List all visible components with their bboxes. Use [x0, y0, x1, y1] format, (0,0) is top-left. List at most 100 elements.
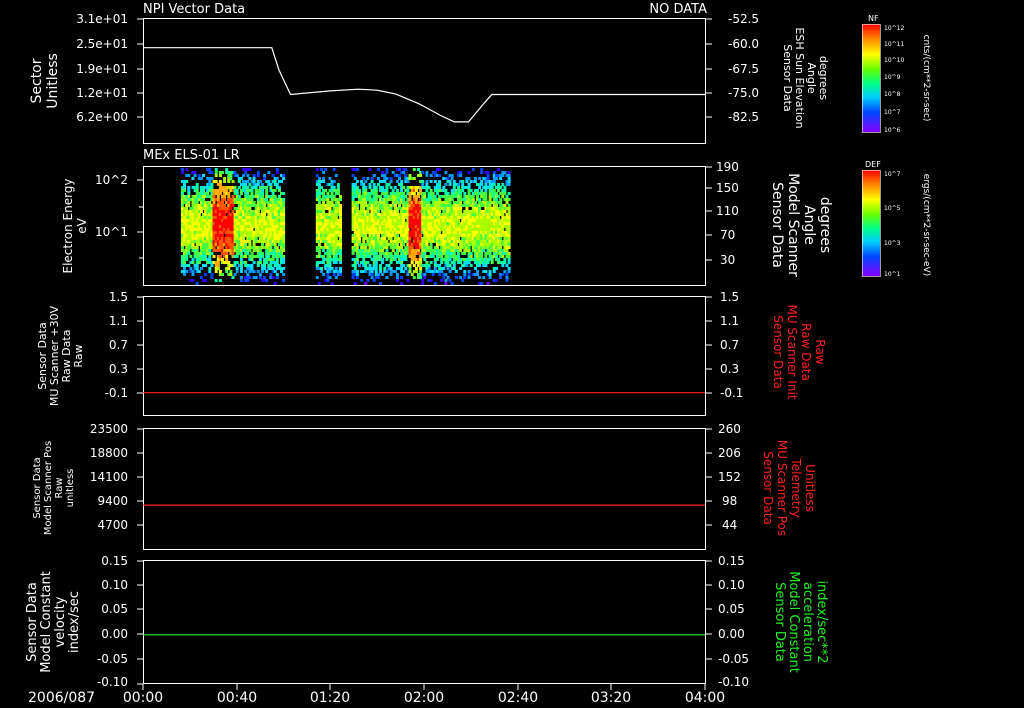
- spectrogram-cell: [364, 264, 368, 267]
- spectrogram-cell: [465, 264, 469, 267]
- spectrogram-cell: [355, 273, 359, 276]
- spectrogram-cell: [339, 225, 342, 228]
- spectrogram-cell: [322, 249, 326, 252]
- p2-right-tick-4: 30: [720, 253, 735, 267]
- p4-right-label-1: MU Scanner Pos: [775, 440, 789, 536]
- spectrogram-cell: [421, 183, 425, 186]
- spectrogram-cell: [478, 264, 482, 267]
- spectrogram-cell: [326, 192, 330, 195]
- spectrogram-cell: [374, 192, 378, 195]
- spectrogram-cell: [183, 261, 186, 264]
- spectrogram-cell: [499, 237, 503, 240]
- spectrogram-cell: [417, 249, 420, 252]
- spectrogram-cell: [507, 198, 511, 201]
- spectrogram-cell: [231, 276, 235, 279]
- p5-left-tick-3: 0.00: [101, 627, 128, 641]
- p3-left-tick-1: 1.1: [109, 314, 128, 328]
- spectrogram-cell: [282, 210, 286, 213]
- spectrogram-cell: [197, 213, 201, 216]
- spectrogram-cell: [484, 270, 488, 273]
- spectrogram-cell: [478, 198, 482, 201]
- spectrogram-cell: [492, 270, 496, 273]
- spectrogram-cell: [381, 261, 385, 264]
- spectrogram-cell: [273, 195, 277, 198]
- spectrogram-cell: [419, 234, 423, 237]
- spectrogram-cell: [218, 192, 222, 195]
- p1-left-tick-2: 1.9e+01: [76, 62, 128, 76]
- p5-left-label-1: Model Constant: [39, 571, 54, 673]
- spectrogram-cell: [435, 258, 439, 261]
- spectrogram-cell: [425, 243, 429, 246]
- spectrogram-cell: [330, 267, 334, 270]
- spectrogram-cell: [400, 246, 404, 249]
- spectrogram-cell: [214, 174, 218, 177]
- spectrogram-cell: [336, 186, 340, 189]
- spectrogram-cell: [471, 195, 475, 198]
- spectrogram-cell: [410, 246, 414, 249]
- spectrogram-cell: [324, 168, 328, 171]
- spectrogram-cell: [317, 243, 321, 246]
- spectrogram-cell: [507, 261, 511, 264]
- spectrogram-cell: [364, 201, 368, 204]
- spectrogram-cell: [484, 183, 488, 186]
- spectrogram-cell: [282, 234, 286, 237]
- spectrogram-cell: [282, 225, 286, 228]
- spectrogram-cell: [246, 180, 250, 183]
- spectrogram-cell: [503, 171, 507, 174]
- spectrogram-cell: [360, 180, 364, 183]
- spectrogram-cell: [391, 171, 395, 174]
- spectrogram-cell: [425, 261, 429, 264]
- spectrogram-cell: [467, 249, 471, 252]
- spectrogram-cell: [258, 258, 262, 261]
- spectrogram-cell: [256, 183, 260, 186]
- spectrogram-cell: [229, 207, 233, 210]
- spectrogram-cell: [355, 168, 359, 171]
- spectrogram-cell: [370, 270, 374, 273]
- nf-colorbar-tick-0: 10^11: [884, 41, 904, 48]
- spectrogram-cell: [389, 273, 393, 276]
- spectrogram-cell: [231, 195, 235, 198]
- nf-colorbar-tick-3: 10^8: [884, 91, 901, 98]
- spectrogram-cell: [273, 282, 277, 285]
- spectrogram-cell: [339, 237, 342, 240]
- spectrogram-cell: [208, 255, 212, 258]
- spectrogram-cell: [271, 174, 275, 177]
- spectrogram-cell: [267, 180, 271, 183]
- spectrogram-cell: [497, 195, 501, 198]
- spectrogram-cell: [385, 171, 389, 174]
- spectrogram-cell: [473, 201, 477, 204]
- spectrogram-cell: [423, 276, 427, 279]
- spectrogram-cell: [476, 273, 479, 276]
- spectrogram-cell: [239, 258, 243, 261]
- def-colorbar-units: ergs/(cm**2-sr-sec-eV): [921, 174, 931, 276]
- spectrogram-cell: [438, 198, 442, 201]
- p2-right-tick-3: 70: [720, 228, 735, 242]
- spectrogram-cell: [400, 276, 404, 279]
- p4-right-label-3: Unitless: [803, 464, 817, 512]
- spectrogram-cell: [461, 279, 465, 282]
- spectrogram-cell: [244, 243, 248, 246]
- spectrogram-cell: [275, 183, 279, 186]
- spectrogram-cell: [282, 258, 286, 261]
- spectrogram-cell: [454, 270, 458, 273]
- spectrogram-cell: [459, 174, 463, 177]
- p3-right-tick-2: 0.7: [720, 338, 739, 352]
- x-tick-0: 00:00: [123, 690, 163, 706]
- spectrogram-cell: [261, 252, 264, 255]
- spectrogram-cell: [452, 186, 456, 189]
- spectrogram-cell: [398, 177, 401, 180]
- spectrogram-cell: [423, 192, 427, 195]
- spectrogram-cell: [461, 183, 465, 186]
- spectrogram-cell: [507, 180, 511, 183]
- spectrogram-cell: [334, 237, 338, 240]
- spectrogram-cell: [414, 189, 418, 192]
- spectrogram-cell: [237, 195, 241, 198]
- spectrogram-cell: [438, 210, 442, 213]
- spectrogram-cell: [248, 168, 252, 171]
- spectrogram-cell: [195, 186, 199, 189]
- spectrogram-cell: [414, 267, 418, 270]
- spectrogram-cell: [505, 279, 509, 282]
- p1-left-label-1: Unitless: [45, 53, 61, 109]
- spectrogram-cell: [419, 258, 423, 261]
- spectrogram-cell: [320, 270, 323, 273]
